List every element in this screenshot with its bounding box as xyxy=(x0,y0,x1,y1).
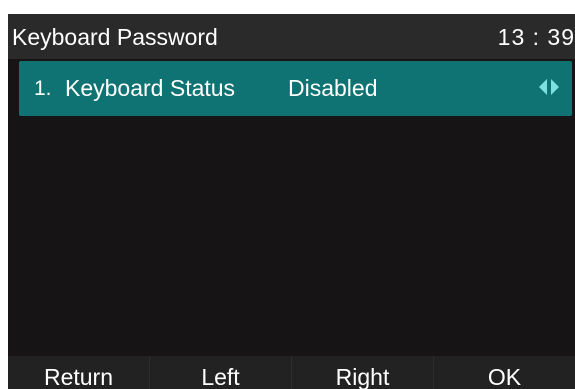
arrow-left-icon[interactable] xyxy=(539,79,547,95)
left-button[interactable]: Left xyxy=(150,356,292,389)
ok-button[interactable]: OK xyxy=(434,356,575,389)
clock: 13 : 39 xyxy=(497,24,575,50)
softkey-bar: Return Left Right OK xyxy=(8,356,575,389)
title-bar: Keyboard Password 13 : 39 xyxy=(8,14,575,59)
right-button[interactable]: Right xyxy=(292,356,434,389)
page-title: Keyboard Password xyxy=(12,24,218,50)
arrow-right-icon[interactable] xyxy=(551,79,559,95)
menu-item-keyboard-status[interactable]: 1. Keyboard Status Disabled xyxy=(19,61,572,116)
phone-screen: Keyboard Password 13 : 39 1. Keyboard St… xyxy=(8,14,575,389)
menu-item-value[interactable]: Disabled xyxy=(288,75,378,102)
menu-item-index: 1. xyxy=(34,77,52,100)
menu-item-label: Keyboard Status xyxy=(65,75,236,101)
return-button[interactable]: Return xyxy=(8,356,150,389)
